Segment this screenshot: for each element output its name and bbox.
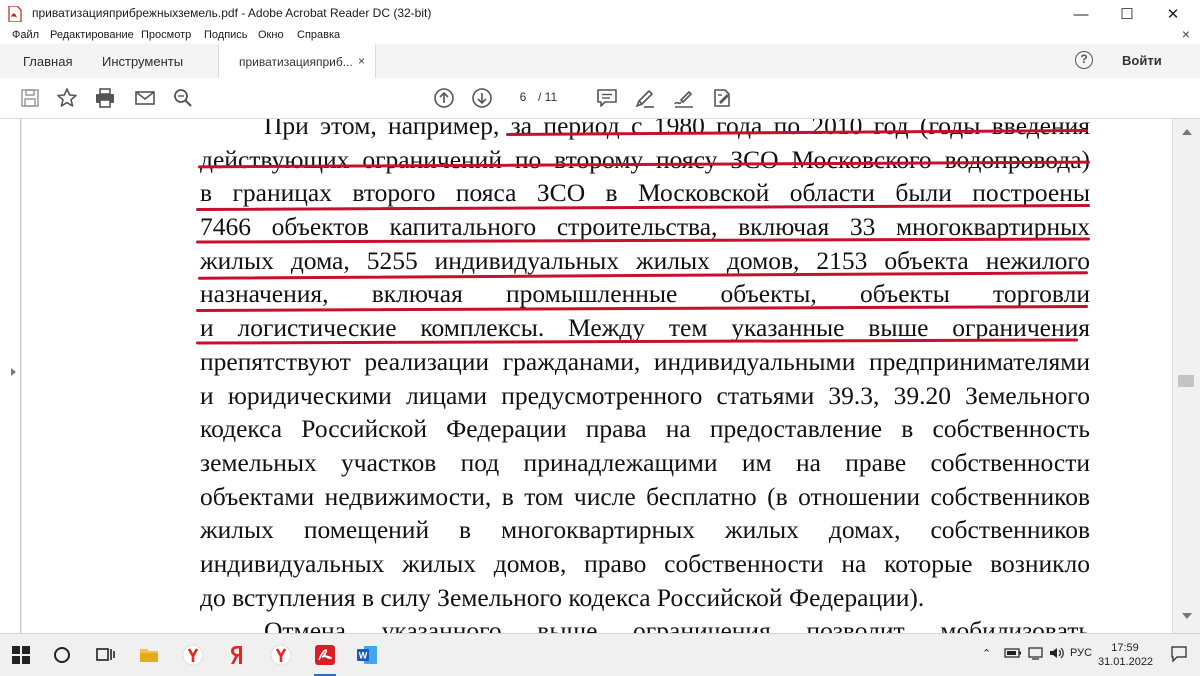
zoom-search-icon[interactable] (171, 86, 195, 110)
network-icon[interactable] (1027, 645, 1045, 661)
menu-help[interactable]: Справка (297, 29, 340, 41)
text-line: объектами недвижимости, в том числе бесп… (200, 481, 1090, 511)
search-circle-icon[interactable] (49, 642, 75, 668)
battery-icon[interactable] (1004, 645, 1022, 661)
close-window-button[interactable]: ✕ (1150, 0, 1196, 28)
yandex-browser-icon[interactable] (268, 642, 294, 668)
menu-bar: Файл Редактирование Просмотр Подпись Окн… (0, 26, 1200, 44)
tab-document[interactable]: приватизацияприб... × (218, 44, 376, 78)
window-title: приватизацияприбрежныхземель.pdf - Adobe… (32, 6, 432, 20)
close-icon: ✕ (1166, 6, 1180, 23)
page-total: / 11 (538, 90, 558, 104)
acrobat-pdf-icon (8, 5, 22, 23)
text-line: до вступления в силу Земельного кодекса … (200, 582, 925, 612)
left-pane-toggle[interactable] (0, 119, 21, 633)
expand-pane-icon[interactable] (11, 368, 16, 376)
tab-home[interactable]: Главная (23, 54, 72, 69)
menu-sign[interactable]: Подпись (204, 29, 248, 41)
task-view-icon[interactable] (92, 642, 118, 668)
scroll-down-icon[interactable] (1182, 613, 1192, 619)
help-icon[interactable]: ? (1075, 51, 1093, 69)
minimize-button[interactable]: — (1058, 0, 1104, 28)
clock[interactable]: 17:59 31.01.2022 (1098, 641, 1154, 669)
clock-date: 31.01.2022 (1098, 656, 1154, 668)
page-number-input[interactable]: 6 (510, 90, 536, 106)
volume-icon[interactable] (1048, 645, 1066, 661)
pdf-page: При этом, например, за период с 1980 год… (22, 119, 1172, 633)
print-icon[interactable] (93, 86, 117, 110)
menu-edit[interactable]: Редактирование (50, 29, 134, 41)
next-page-icon[interactable] (470, 86, 494, 110)
acrobat-reader-icon[interactable] (312, 642, 338, 676)
vertical-scrollbar[interactable] (1172, 119, 1200, 633)
document-viewport[interactable]: При этом, например, за период с 1980 год… (0, 119, 1200, 633)
file-explorer-icon[interactable] (136, 642, 162, 668)
highlight-pen-icon[interactable] (633, 86, 657, 110)
text-line: жилых помещений в многоквартирных жилых … (200, 515, 1090, 545)
menu-file[interactable]: Файл (12, 29, 39, 41)
tab-bar: Главная Инструменты приватизацияприб... … (0, 44, 1200, 79)
minimize-icon: — (1073, 5, 1089, 23)
text-line: Отмена указанного выше ограничения позво… (264, 616, 1090, 633)
notification-icon[interactable] (1170, 645, 1188, 663)
sign-in-button[interactable]: Войти (1122, 53, 1162, 68)
maximize-button[interactable]: ☐ (1104, 0, 1150, 28)
maximize-icon: ☐ (1120, 6, 1134, 23)
yandex-browser-icon[interactable] (180, 642, 206, 668)
word-icon[interactable]: W (354, 642, 380, 668)
tab-tools[interactable]: Инструменты (102, 54, 183, 69)
scroll-up-icon[interactable] (1182, 129, 1192, 135)
document-text: При этом, например, за период с 1980 год… (200, 119, 1090, 633)
language-indicator[interactable]: РУС (1070, 647, 1092, 659)
tab-close-icon[interactable]: × (358, 54, 365, 68)
svg-text:W: W (359, 651, 368, 661)
clock-time: 17:59 (1111, 642, 1139, 654)
taskbar: W ⌃ РУС 17:59 31.01.2022 (0, 633, 1200, 676)
menu-view[interactable]: Просмотр (141, 29, 191, 41)
text-line: индивидуальных жилых домов, право собств… (200, 548, 1090, 578)
text-line: земельных участков под принадлежащими им… (200, 447, 1090, 477)
menu-window[interactable]: Окно (258, 29, 284, 41)
text-line: действующих ограничений по второму поясу… (200, 144, 1090, 174)
save-icon[interactable] (18, 86, 42, 110)
stamp-edit-icon[interactable] (710, 86, 734, 110)
chevron-up-icon[interactable]: ⌃ (982, 647, 991, 660)
close-document-icon[interactable]: × (1182, 26, 1190, 42)
previous-page-icon[interactable] (432, 86, 456, 110)
text-line: препятствуют реализации гражданами, инди… (200, 346, 1090, 376)
toolbar: 6 / 11 (0, 78, 1200, 119)
email-icon[interactable] (133, 86, 157, 110)
tab-document-label: приватизацияприб... (239, 55, 353, 69)
scroll-thumb[interactable] (1178, 375, 1194, 387)
text-line: кодекса Российской Федерации права на пр… (200, 414, 1090, 444)
fill-sign-icon[interactable] (672, 86, 696, 110)
windows-start-icon[interactable] (8, 642, 34, 668)
star-bookmark-icon[interactable] (55, 86, 79, 110)
text-line: и юридическими лицами предусмотренного с… (200, 380, 1090, 410)
yandex-icon[interactable] (224, 642, 250, 668)
comment-icon[interactable] (595, 86, 619, 110)
title-bar: приватизацияприбрежныхземель.pdf - Adobe… (0, 0, 1200, 28)
